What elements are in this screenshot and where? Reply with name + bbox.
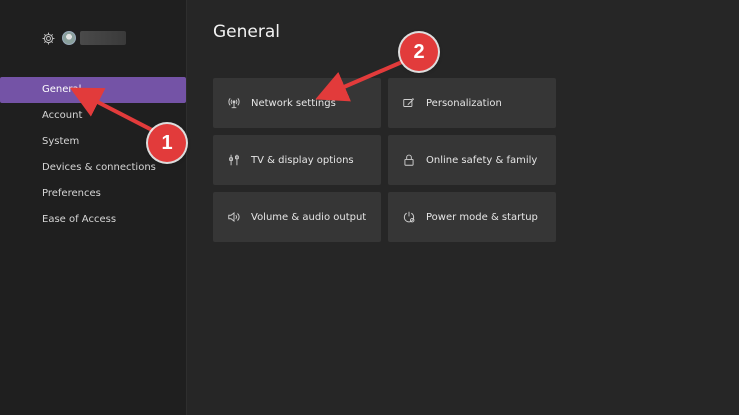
tile-label: Personalization <box>426 97 502 109</box>
page-title: General <box>213 22 280 42</box>
sidebar-item-label: Ease of Access <box>42 214 117 225</box>
tv-display-options-tile[interactable]: TV & display options <box>213 135 381 185</box>
annotation-badge-1: 1 <box>148 124 186 162</box>
annotation-badge-2: 2 <box>400 33 438 71</box>
sidebar-item-label: Preferences <box>42 188 101 199</box>
online-safety-family-tile[interactable]: Online safety & family <box>388 135 556 185</box>
sidebar-divider <box>186 0 187 415</box>
tile-label: TV & display options <box>251 154 354 166</box>
volume-audio-output-tile[interactable]: Volume & audio output <box>213 192 381 242</box>
tile-label: Volume & audio output <box>251 211 367 223</box>
sidebar-item-preferences[interactable]: Preferences <box>0 181 186 207</box>
gear-icon[interactable] <box>41 31 56 46</box>
sidebar: General Account System Devices & connect… <box>0 0 186 415</box>
tv-display-icon <box>229 154 239 166</box>
personalization-tile[interactable]: Personalization <box>388 78 556 128</box>
power-mode-startup-tile[interactable]: Power mode & startup <box>388 192 556 242</box>
gamertag-redacted <box>80 31 126 45</box>
sidebar-item-label: General <box>42 84 82 95</box>
personalization-icon <box>403 98 414 107</box>
tile-label: Power mode & startup <box>426 211 538 223</box>
sidebar-item-label: Devices & connections <box>42 162 156 173</box>
speaker-icon <box>228 211 240 223</box>
tile-label: Online safety & family <box>426 154 538 166</box>
profile-area <box>41 29 126 47</box>
avatar[interactable] <box>62 31 76 45</box>
lock-icon <box>404 154 414 166</box>
sidebar-item-general[interactable]: General <box>0 77 186 103</box>
tile-label: Network settings <box>251 97 336 109</box>
sidebar-item-label: Account <box>42 110 83 121</box>
sidebar-item-label: System <box>42 136 80 147</box>
power-icon <box>403 211 415 223</box>
network-settings-tile[interactable]: Network settings <box>213 78 381 128</box>
sidebar-item-ease-of-access[interactable]: Ease of Access <box>0 207 186 233</box>
network-icon <box>228 98 240 109</box>
